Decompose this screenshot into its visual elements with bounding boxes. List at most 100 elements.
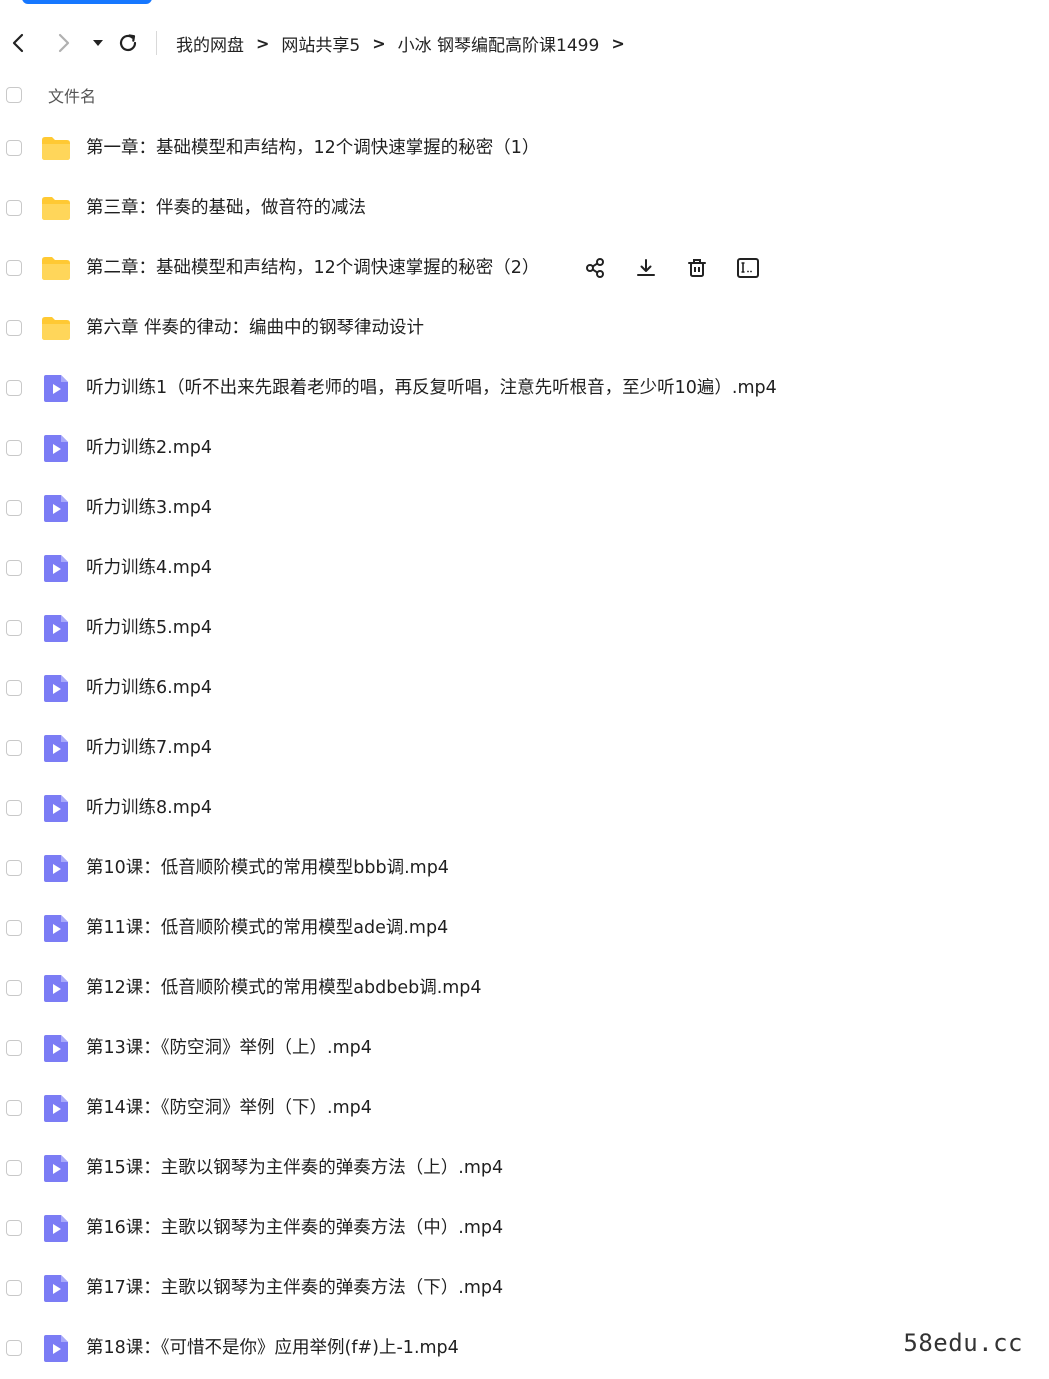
row-checkbox[interactable] (6, 800, 22, 816)
row-checkbox[interactable] (6, 860, 22, 876)
file-name[interactable]: 第三章：伴奏的基础，做音符的减法 (86, 178, 366, 238)
row-checkbox[interactable] (6, 260, 22, 276)
file-name[interactable]: 第15课：主歌以钢琴为主伴奏的弹奏方法（上）.mp4 (86, 1138, 503, 1198)
file-name[interactable]: 听力训练2.mp4 (86, 418, 212, 478)
breadcrumb-item[interactable]: 小冰 钢琴编配高阶课1499 (398, 31, 600, 56)
file-row[interactable]: 听力训练1（听不出来先跟着老师的唱，再反复听唱，注意先听根音，至少听10遍）.m… (0, 358, 1049, 418)
file-name[interactable]: 听力训练5.mp4 (86, 598, 212, 658)
video-file-icon (40, 793, 72, 823)
file-name[interactable]: 第二章：基础模型和声结构，12个调快速掌握的秘密（2） (86, 238, 539, 298)
file-name[interactable]: 第一章：基础模型和声结构，12个调快速掌握的秘密（1） (86, 118, 539, 178)
row-checkbox[interactable] (6, 980, 22, 996)
file-row[interactable]: 听力训练7.mp4 (0, 718, 1049, 778)
row-checkbox[interactable] (6, 1220, 22, 1236)
breadcrumb: 我的网盘 > 网站共享5 > 小冰 钢琴编配高阶课1499 > (176, 22, 637, 64)
share-button[interactable] (582, 255, 608, 281)
video-file-icon (40, 1153, 72, 1183)
file-name[interactable]: 第18课：《可惜不是你》应用举例(f#)上-1.mp4 (86, 1318, 459, 1378)
row-checkbox[interactable] (6, 680, 22, 696)
file-name[interactable]: 第17课：主歌以钢琴为主伴奏的弹奏方法（下）.mp4 (86, 1258, 503, 1318)
file-row[interactable]: 听力训练3.mp4 (0, 478, 1049, 538)
file-name[interactable]: 第13课：《防空洞》举例（上）.mp4 (86, 1018, 372, 1078)
select-all-checkbox[interactable] (6, 87, 22, 103)
breadcrumb-separator: > (372, 33, 386, 53)
top-accent-bar (22, 0, 152, 4)
file-row[interactable]: 听力训练2.mp4 (0, 418, 1049, 478)
breadcrumb-item[interactable]: 我的网盘 (176, 31, 244, 56)
breadcrumb-separator: > (256, 33, 270, 53)
file-name[interactable]: 听力训练4.mp4 (86, 538, 212, 598)
file-name[interactable]: 听力训练8.mp4 (86, 778, 212, 838)
file-row[interactable]: 第15课：主歌以钢琴为主伴奏的弹奏方法（上）.mp4 (0, 1138, 1049, 1198)
video-file-icon (40, 1333, 72, 1363)
refresh-button[interactable] (116, 31, 140, 55)
delete-icon (688, 259, 706, 277)
row-actions (582, 254, 786, 282)
file-name[interactable]: 第16课：主歌以钢琴为主伴奏的弹奏方法（中）.mp4 (86, 1198, 503, 1258)
file-row[interactable]: 听力训练6.mp4 (0, 658, 1049, 718)
row-checkbox[interactable] (6, 1160, 22, 1176)
row-checkbox[interactable] (6, 200, 22, 216)
history-dropdown-button[interactable] (88, 31, 108, 55)
file-name[interactable]: 听力训练6.mp4 (86, 658, 212, 718)
column-header-filename[interactable]: 文件名 (48, 83, 96, 107)
rename-icon (737, 258, 759, 278)
folder-icon (40, 193, 72, 223)
delete-button[interactable] (684, 255, 710, 281)
nav-divider (156, 31, 157, 55)
row-checkbox[interactable] (6, 1280, 22, 1296)
file-row[interactable]: 第18课：《可惜不是你》应用举例(f#)上-1.mp4 (0, 1318, 1049, 1378)
chevron-left-icon (12, 33, 24, 53)
row-checkbox[interactable] (6, 620, 22, 636)
video-file-icon (40, 913, 72, 943)
row-checkbox[interactable] (6, 920, 22, 936)
row-checkbox[interactable] (6, 1100, 22, 1116)
folder-row[interactable]: 第一章：基础模型和声结构，12个调快速掌握的秘密（1） (0, 118, 1049, 178)
folder-row[interactable]: 第三章：伴奏的基础，做音符的减法 (0, 178, 1049, 238)
file-row[interactable]: 第17课：主歌以钢琴为主伴奏的弹奏方法（下）.mp4 (0, 1258, 1049, 1318)
back-button[interactable] (6, 31, 30, 55)
breadcrumb-item[interactable]: 网站共享5 (281, 31, 360, 56)
folder-icon (40, 313, 72, 343)
file-row[interactable]: 听力训练4.mp4 (0, 538, 1049, 598)
row-checkbox[interactable] (6, 380, 22, 396)
row-checkbox[interactable] (6, 500, 22, 516)
file-row[interactable]: 第12课：低音顺阶模式的常用模型abdbeb调.mp4 (0, 958, 1049, 1018)
file-row[interactable]: 第11课：低音顺阶模式的常用模型ade调.mp4 (0, 898, 1049, 958)
file-row[interactable]: 第13课：《防空洞》举例（上）.mp4 (0, 1018, 1049, 1078)
row-checkbox[interactable] (6, 1340, 22, 1356)
video-file-icon (40, 613, 72, 643)
forward-button[interactable] (52, 31, 76, 55)
folder-row[interactable]: 第二章：基础模型和声结构，12个调快速掌握的秘密（2） (0, 238, 1049, 298)
file-name[interactable]: 第六章 伴奏的律动：编曲中的钢琴律动设计 (86, 298, 424, 358)
file-name[interactable]: 第14课：《防空洞》举例（下）.mp4 (86, 1078, 372, 1138)
file-row[interactable]: 第14课：《防空洞》举例（下）.mp4 (0, 1078, 1049, 1138)
row-checkbox[interactable] (6, 560, 22, 576)
folder-row[interactable]: 第六章 伴奏的律动：编曲中的钢琴律动设计 (0, 298, 1049, 358)
navigation-bar: 我的网盘 > 网站共享5 > 小冰 钢琴编配高阶课1499 > (0, 22, 1049, 64)
row-checkbox[interactable] (6, 1040, 22, 1056)
download-button[interactable] (633, 255, 659, 281)
file-name[interactable]: 听力训练1（听不出来先跟着老师的唱，再反复听唱，注意先听根音，至少听10遍）.m… (86, 358, 777, 418)
chevron-right-icon (58, 33, 70, 53)
file-row[interactable]: 第16课：主歌以钢琴为主伴奏的弹奏方法（中）.mp4 (0, 1198, 1049, 1258)
file-name[interactable]: 第11课：低音顺阶模式的常用模型ade调.mp4 (86, 898, 448, 958)
file-row[interactable]: 听力训练8.mp4 (0, 778, 1049, 838)
file-name[interactable]: 第12课：低音顺阶模式的常用模型abdbeb调.mp4 (86, 958, 482, 1018)
file-name[interactable]: 第10课：低音顺阶模式的常用模型bbb调.mp4 (86, 838, 449, 898)
row-checkbox[interactable] (6, 320, 22, 336)
caret-down-icon (93, 40, 103, 46)
row-checkbox[interactable] (6, 440, 22, 456)
video-file-icon (40, 1093, 72, 1123)
refresh-icon (119, 34, 137, 52)
file-name[interactable]: 听力训练3.mp4 (86, 478, 212, 538)
video-file-icon (40, 973, 72, 1003)
file-row[interactable]: 听力训练5.mp4 (0, 598, 1049, 658)
file-row[interactable]: 第10课：低音顺阶模式的常用模型bbb调.mp4 (0, 838, 1049, 898)
video-file-icon (40, 373, 72, 403)
rename-button[interactable] (735, 255, 761, 281)
row-checkbox[interactable] (6, 740, 22, 756)
video-file-icon (40, 733, 72, 763)
row-checkbox[interactable] (6, 140, 22, 156)
file-name[interactable]: 听力训练7.mp4 (86, 718, 212, 778)
